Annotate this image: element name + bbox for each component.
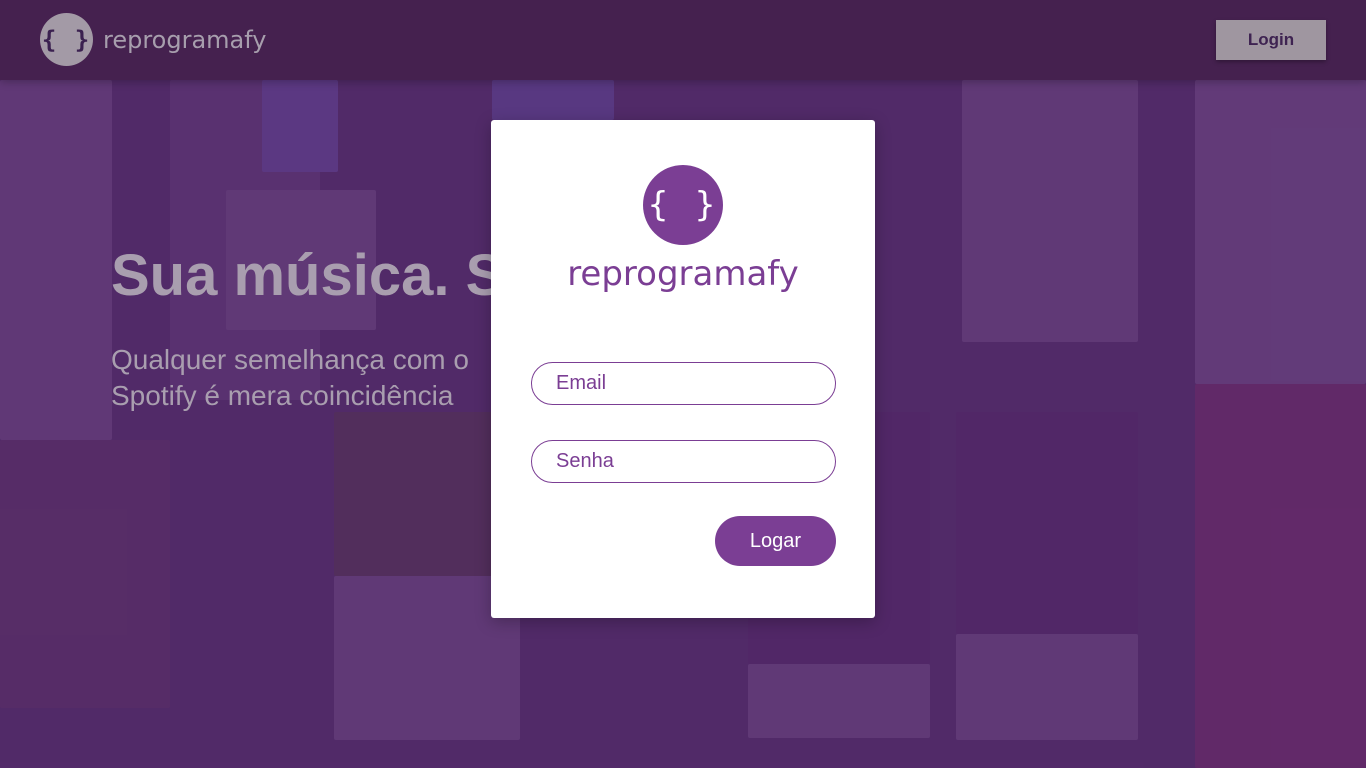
submit-login-button[interactable]: Logar [715,516,836,566]
login-modal: { } reprogramafy Logar [491,120,875,618]
hero-subtitle: Qualquer semelhança com o Spotify é mera… [111,344,469,411]
logo-icon: { } [40,13,93,66]
password-field[interactable] [531,440,836,483]
top-header: { } reprogramafy Login [0,0,1366,80]
modal-brand-name: reprogramafy [567,254,799,294]
email-field[interactable] [531,362,836,405]
brand[interactable]: { } reprogramafy [40,13,267,66]
login-button[interactable]: Login [1216,20,1326,60]
brand-name: reprogramafy [103,25,267,54]
logo-icon: { } [643,165,723,245]
